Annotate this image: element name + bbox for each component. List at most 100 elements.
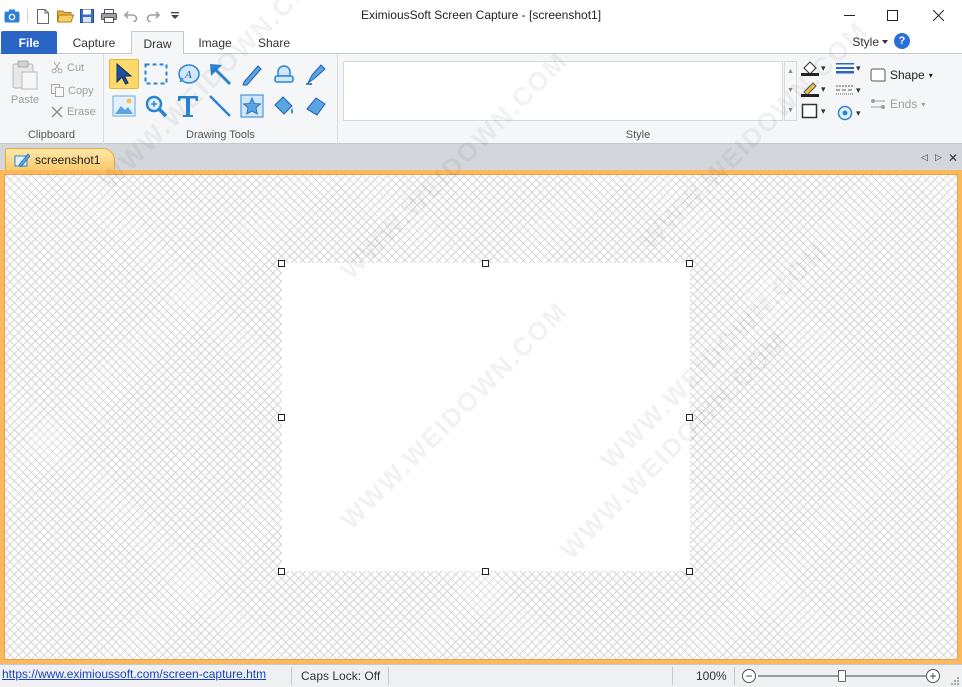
shape-star-tool[interactable] bbox=[237, 91, 267, 121]
minimize-button[interactable] bbox=[826, 0, 872, 31]
resize-handle[interactable] bbox=[278, 568, 285, 575]
title-bar: EximiousSoft Screen Capture - [screensho… bbox=[0, 0, 962, 31]
resize-handle[interactable] bbox=[686, 568, 693, 575]
insert-image-tool[interactable] bbox=[109, 91, 139, 121]
style-gallery-scroll[interactable]: ▲ ▼ ▼ bbox=[784, 61, 797, 121]
zoom-level: 100% bbox=[696, 669, 727, 683]
highlighter-tool[interactable] bbox=[301, 59, 331, 89]
ends-label: Ends bbox=[890, 97, 918, 111]
arrow-pointer-icon bbox=[116, 63, 133, 85]
tab-capture[interactable]: Capture bbox=[63, 31, 125, 54]
line-color-button[interactable]: ▾ bbox=[801, 81, 826, 97]
gallery-up-icon[interactable]: ▲ bbox=[787, 68, 794, 75]
website-link[interactable]: https://www.eximioussoft.com/screen-capt… bbox=[2, 667, 266, 681]
text-t-icon bbox=[178, 96, 198, 117]
resize-handle[interactable] bbox=[686, 414, 693, 421]
scroll-left-icon[interactable]: ◁ bbox=[921, 152, 928, 163]
line-color-icon bbox=[801, 82, 819, 97]
ends-button[interactable]: Ends ▾ bbox=[870, 97, 925, 111]
zoom-out-button[interactable]: − bbox=[742, 669, 756, 683]
minimize-icon bbox=[843, 15, 855, 16]
scissors-icon bbox=[51, 62, 63, 74]
tab-file[interactable]: File bbox=[1, 31, 57, 54]
zoom-slider-thumb[interactable] bbox=[838, 670, 846, 682]
callout-tool[interactable]: A bbox=[173, 59, 203, 89]
effects-circle-icon bbox=[837, 105, 853, 121]
effects-button[interactable]: ▾ bbox=[836, 105, 861, 121]
fill-tool[interactable] bbox=[269, 91, 299, 121]
stamp-tool[interactable] bbox=[269, 59, 299, 89]
status-separator bbox=[388, 667, 389, 685]
close-button[interactable] bbox=[915, 0, 961, 31]
document-icon bbox=[14, 153, 30, 167]
fill-color-button[interactable]: ▾ bbox=[801, 60, 826, 76]
captured-image[interactable] bbox=[282, 263, 690, 571]
line-weight-button[interactable]: ▾ bbox=[836, 62, 861, 74]
shape-icon bbox=[870, 68, 886, 82]
scroll-right-icon[interactable]: ▷ bbox=[935, 152, 942, 163]
gallery-more-icon[interactable]: ▼ bbox=[787, 107, 794, 114]
paste-button[interactable]: Paste bbox=[8, 60, 42, 106]
tab-image[interactable]: Image bbox=[190, 31, 240, 54]
canvas[interactable] bbox=[4, 174, 958, 660]
tab-draw[interactable]: Draw bbox=[131, 31, 184, 55]
resize-handle[interactable] bbox=[686, 260, 693, 267]
rect-select-tool[interactable] bbox=[141, 59, 171, 89]
maximize-icon bbox=[886, 10, 898, 21]
dashed-rectangle-icon bbox=[144, 63, 168, 85]
style-gallery[interactable] bbox=[343, 61, 783, 121]
pencil-tool[interactable] bbox=[237, 59, 267, 89]
document-tab-strip: screenshot1 ◁ ▷ ✕ bbox=[0, 144, 962, 171]
window-title: EximiousSoft Screen Capture - [screensho… bbox=[360, 8, 602, 22]
document-tab[interactable]: screenshot1 bbox=[5, 148, 115, 171]
resize-grip-icon[interactable] bbox=[950, 676, 960, 686]
select-arrow-tool[interactable] bbox=[109, 59, 139, 89]
eraser-tool[interactable] bbox=[301, 91, 331, 121]
ribbon: Paste Cut Copy Erase Clipboard A Drawing… bbox=[0, 54, 962, 144]
pencil-icon bbox=[242, 65, 262, 86]
copy-button[interactable]: Copy bbox=[51, 84, 94, 97]
erase-label: Erase bbox=[67, 106, 96, 118]
cut-button[interactable]: Cut bbox=[51, 62, 84, 74]
gallery-down-icon[interactable]: ▼ bbox=[787, 87, 794, 94]
dash-style-icon bbox=[836, 85, 854, 95]
caps-lock-status: Caps Lock: Off bbox=[301, 669, 381, 683]
status-bar: https://www.eximioussoft.com/screen-capt… bbox=[0, 664, 962, 687]
line-tool[interactable] bbox=[205, 91, 235, 121]
copy-label: Copy bbox=[68, 84, 94, 97]
shape-button[interactable]: Shape ▾ bbox=[870, 67, 933, 83]
clipboard-group-label: Clipboard bbox=[27, 129, 76, 141]
shape-label: Shape bbox=[890, 68, 925, 82]
arrow-line-tool[interactable] bbox=[205, 59, 235, 89]
paint-bucket-icon bbox=[274, 96, 293, 115]
line-icon bbox=[209, 95, 231, 117]
style-menu-label: Style bbox=[852, 35, 879, 49]
zoom-in-button[interactable]: + bbox=[926, 669, 940, 683]
close-document-icon[interactable]: ✕ bbox=[948, 151, 958, 165]
line-ends-icon bbox=[871, 99, 885, 109]
image-icon bbox=[112, 95, 136, 117]
border-style-button[interactable]: ▾ bbox=[801, 103, 826, 119]
help-icon[interactable]: ? bbox=[894, 33, 910, 49]
tab-share[interactable]: Share bbox=[248, 31, 300, 54]
canvas-frame bbox=[0, 170, 962, 664]
resize-handle[interactable] bbox=[482, 260, 489, 267]
maximize-button[interactable] bbox=[869, 0, 915, 31]
svg-text:A: A bbox=[184, 69, 192, 81]
status-separator bbox=[291, 667, 292, 685]
resize-handle[interactable] bbox=[278, 414, 285, 421]
resize-handle[interactable] bbox=[482, 568, 489, 575]
drawing-tools-group: A Drawing Tools bbox=[104, 54, 338, 144]
border-square-icon bbox=[801, 103, 818, 119]
zoom-tool[interactable] bbox=[141, 91, 171, 121]
dash-style-button[interactable]: ▾ bbox=[836, 84, 861, 96]
style-menu[interactable]: Style bbox=[852, 35, 888, 49]
status-separator bbox=[672, 667, 673, 685]
resize-handle[interactable] bbox=[278, 260, 285, 267]
highlighter-icon bbox=[306, 64, 326, 85]
erase-button[interactable]: Erase bbox=[51, 106, 96, 118]
document-tab-label: screenshot1 bbox=[35, 153, 101, 167]
text-tool[interactable] bbox=[173, 91, 203, 121]
copy-icon bbox=[51, 84, 64, 97]
clipboard-group: Paste Cut Copy Erase Clipboard bbox=[0, 54, 104, 144]
